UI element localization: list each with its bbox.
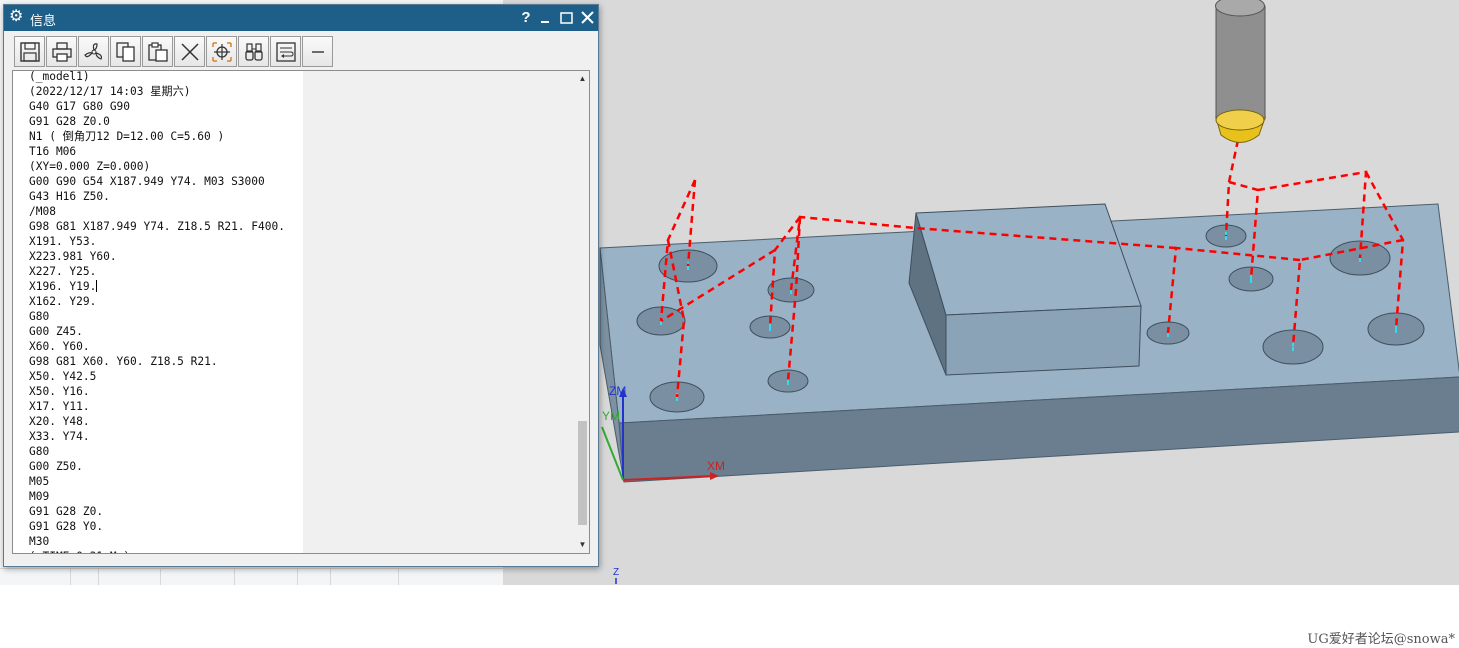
info-text-area[interactable]: (_model1) (2022/12/17 14:03 星期六) G40 G17 G… bbox=[12, 70, 590, 554]
scroll-up-arrow-icon[interactable]: ▲ bbox=[576, 73, 589, 85]
code-line: G91 G28 Z0. bbox=[29, 505, 104, 518]
boss-front-face bbox=[945, 305, 1142, 376]
help-button[interactable]: ? bbox=[516, 8, 536, 28]
code-line: T16 M06 bbox=[29, 145, 77, 158]
code-line: M30 bbox=[29, 535, 50, 548]
code-line: X33. Y74. bbox=[29, 430, 90, 443]
code-line: G91 G28 Z0.0 bbox=[29, 115, 110, 128]
paste-icon bbox=[148, 42, 168, 62]
code-line: X196. Y19. bbox=[29, 280, 98, 293]
z-small-label: Z bbox=[613, 567, 619, 578]
code-line: X191. Y53. bbox=[29, 235, 97, 248]
print-button[interactable] bbox=[46, 36, 77, 67]
code-line: G98 G81 X187.949 Y74. Z18.5 R21. F400. bbox=[29, 220, 285, 233]
code-line: M09 bbox=[29, 490, 50, 503]
crosshair-icon bbox=[212, 42, 232, 62]
code-line: X60. Y60. bbox=[29, 340, 90, 353]
close-button[interactable] bbox=[578, 8, 598, 28]
code-line: M05 bbox=[29, 475, 50, 488]
code-line: G80 bbox=[29, 445, 50, 458]
gear-icon: ⚙ bbox=[9, 8, 24, 25]
code-line: G98 G81 X60. Y60. Z18.5 R21. bbox=[29, 355, 218, 368]
copy-button[interactable] bbox=[110, 36, 141, 67]
print-icon bbox=[52, 42, 72, 62]
vertical-scrollbar[interactable]: ▲ ▼ bbox=[576, 71, 589, 553]
code-line: (2022/12/17 14:03 星期六) bbox=[29, 85, 191, 98]
code-line: (_model1) bbox=[29, 70, 90, 83]
fan-icon bbox=[84, 43, 103, 60]
collapse-button[interactable] bbox=[302, 36, 333, 67]
toolbar bbox=[12, 35, 592, 69]
code-line: G91 G28 Y0. bbox=[29, 520, 104, 533]
binoculars-icon bbox=[245, 43, 263, 61]
paste-button[interactable] bbox=[142, 36, 173, 67]
nc-code-listing: (_model1) (2022/12/17 14:03 星期六) G40 G17 G… bbox=[29, 70, 307, 553]
xm-label: XM bbox=[707, 459, 725, 473]
minus-icon bbox=[312, 51, 324, 53]
code-line: X50. Y16. bbox=[29, 385, 90, 398]
code-line: /M08 bbox=[29, 205, 56, 218]
tool-shank bbox=[1215, 5, 1266, 120]
delete-button[interactable] bbox=[174, 36, 205, 67]
code-line: G00 Z50. bbox=[29, 460, 83, 473]
code-line: X227. Y25. bbox=[29, 265, 97, 278]
save-button[interactable] bbox=[14, 36, 45, 67]
watermark: UG爱好者论坛@snowa* bbox=[1307, 632, 1455, 647]
code-line: X17. Y11. bbox=[29, 400, 90, 413]
code-line: X223.981 Y60. bbox=[29, 250, 117, 263]
wrap-text-icon bbox=[276, 42, 296, 62]
information-dialog: ⚙ 信息 ? (_model1) (2022/12/17 14:03 星期六) … bbox=[3, 4, 599, 567]
code-line: G00 G90 G54 X187.949 Y74. M03 S3000 bbox=[29, 175, 265, 188]
text-caret bbox=[96, 280, 98, 292]
save-icon bbox=[20, 42, 40, 62]
scroll-thumb[interactable] bbox=[578, 421, 587, 525]
code-line: X50. Y42.5 bbox=[29, 370, 97, 383]
code-line: N1 ( 倒角刀12 D=12.00 C=5.60 ) bbox=[29, 130, 225, 143]
code-line: G00 Z45. bbox=[29, 325, 83, 338]
code-line: G80 bbox=[29, 310, 50, 323]
minimize-button[interactable] bbox=[536, 8, 556, 28]
find-button[interactable] bbox=[238, 36, 269, 67]
code-line: X162. Y29. bbox=[29, 295, 97, 308]
dialog-title: 信息 bbox=[30, 13, 57, 28]
copy-icon bbox=[116, 42, 135, 62]
code-line: (XY=0.000 Z=0.000) bbox=[29, 160, 151, 173]
cut-button[interactable] bbox=[78, 36, 109, 67]
code-line: G40 G17 G80 G90 bbox=[29, 100, 131, 113]
zm-label: ZM bbox=[609, 384, 626, 398]
maximize-button[interactable] bbox=[557, 8, 577, 28]
locate-button[interactable] bbox=[206, 36, 237, 67]
scroll-down-arrow-icon[interactable]: ▼ bbox=[576, 539, 589, 551]
boss-top-face bbox=[915, 203, 1142, 316]
graphics-viewport[interactable]: ZM YM XM Z bbox=[503, 0, 1459, 585]
code-line: ( TIME=0.31 M ) bbox=[29, 549, 307, 553]
code-line: X20. Y48. bbox=[29, 415, 90, 428]
ym-label: YM bbox=[602, 409, 620, 423]
wrap-button[interactable] bbox=[270, 36, 301, 67]
code-line: G43 H16 Z50. bbox=[29, 190, 110, 203]
dialog-titlebar[interactable]: ⚙ 信息 ? bbox=[4, 5, 598, 31]
close-x-icon bbox=[181, 43, 199, 61]
